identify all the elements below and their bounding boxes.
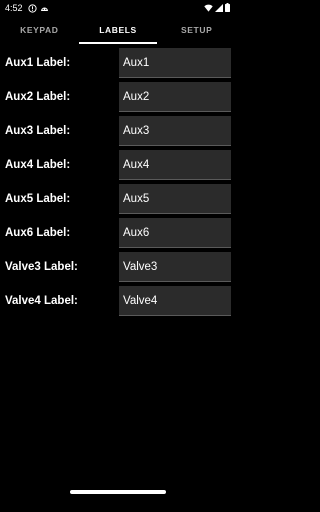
tab-keypad-label: KEYPAD xyxy=(20,25,59,35)
tab-setup-label: SETUP xyxy=(181,25,213,35)
valve3-label: Valve3 Label: xyxy=(5,261,78,273)
label-row-aux6: Aux6 Label: Aux6 xyxy=(0,217,236,251)
tab-labels[interactable]: LABELS xyxy=(78,16,158,44)
label-row-aux4: Aux4 Label: Aux4 xyxy=(0,149,236,183)
status-time: 4:52 xyxy=(5,3,23,13)
valve4-label: Valve4 Label: xyxy=(5,295,78,307)
label-row-aux1: Aux1 Label: Aux1 xyxy=(0,47,236,81)
tab-keypad[interactable]: KEYPAD xyxy=(0,16,79,44)
tab-active-indicator xyxy=(78,42,158,44)
tab-setup[interactable]: SETUP xyxy=(157,16,236,44)
aux3-input[interactable]: Aux3 xyxy=(119,116,231,146)
aux1-input[interactable]: Aux1 xyxy=(119,48,231,78)
aux5-input[interactable]: Aux5 xyxy=(119,184,231,214)
robot-icon xyxy=(40,4,49,13)
signal-icon xyxy=(215,0,223,17)
alert-icon xyxy=(27,3,37,13)
status-right-icons xyxy=(204,0,230,17)
label-row-valve4: Valve4 Label: Valve4 xyxy=(0,285,236,319)
label-row-aux2: Aux2 Label: Aux2 xyxy=(0,81,236,115)
valve4-input[interactable]: Valve4 xyxy=(119,286,231,316)
aux4-label: Aux4 Label: xyxy=(5,159,71,171)
label-row-aux3: Aux3 Label: Aux3 xyxy=(0,115,236,149)
gesture-nav-handle[interactable] xyxy=(70,490,166,494)
aux1-label: Aux1 Label: xyxy=(5,57,71,69)
tab-labels-label: LABELS xyxy=(99,25,137,35)
label-row-valve3: Valve3 Label: Valve3 xyxy=(0,251,236,285)
aux5-label: Aux5 Label: xyxy=(5,193,71,205)
aux6-input[interactable]: Aux6 xyxy=(119,218,231,248)
valve3-input[interactable]: Valve3 xyxy=(119,252,231,282)
wifi-icon xyxy=(204,0,213,17)
aux2-input[interactable]: Aux2 xyxy=(119,82,231,112)
tab-bar: KEYPAD LABELS SETUP xyxy=(0,16,236,44)
status-bar: 4:52 xyxy=(0,0,236,16)
aux6-label: Aux6 Label: xyxy=(5,227,71,239)
labels-form: Aux1 Label: Aux1 Aux2 Label: Aux2 Aux3 L… xyxy=(0,47,236,319)
battery-icon xyxy=(225,0,230,17)
aux4-input[interactable]: Aux4 xyxy=(119,150,231,180)
aux3-label: Aux3 Label: xyxy=(5,125,71,137)
aux2-label: Aux2 Label: xyxy=(5,91,71,103)
label-row-aux5: Aux5 Label: Aux5 xyxy=(0,183,236,217)
